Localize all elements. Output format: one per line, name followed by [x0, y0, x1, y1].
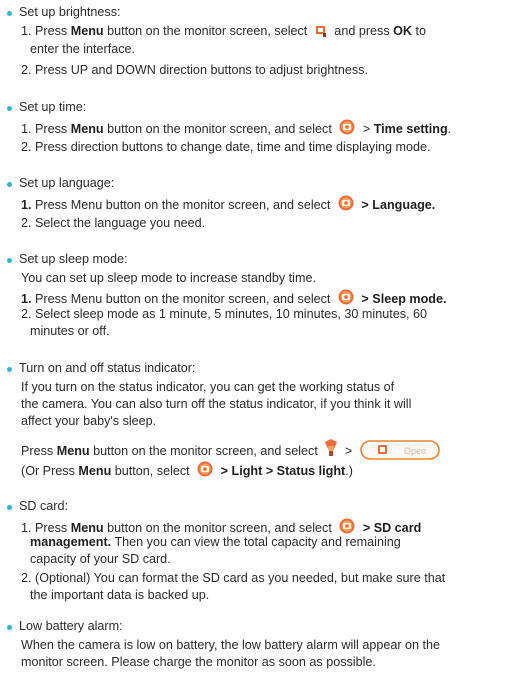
bullet-dot: [7, 11, 12, 16]
bullet-dot: [7, 258, 12, 263]
instruction-line: affect your baby's sleep.: [21, 414, 157, 428]
instruction-line: 2. Press direction buttons to change dat…: [21, 140, 431, 154]
section-heading: SD card:: [19, 499, 68, 513]
settings-gear-icon: [337, 118, 357, 136]
instruction-line: capacity of your SD card.: [30, 552, 171, 566]
instruction-line: 1. Press Menu button on the monitor scre…: [21, 288, 446, 307]
instruction-line: 2. Select sleep mode as 1 minute, 5 minu…: [21, 307, 428, 321]
instruction-line: management. Then you can view the total …: [30, 535, 401, 549]
section-heading: Set up brightness:: [19, 5, 121, 19]
instruction-line: monitor screen. Please charge the monito…: [21, 655, 376, 669]
instruction-line: Press Menu button on the monitor screen,…: [21, 438, 442, 460]
instruction-line: the important data is backed up.: [30, 588, 210, 602]
settings-gear-icon: [337, 517, 357, 535]
light-icon: [323, 438, 339, 458]
instruction-line: the camera. You can also turn off the st…: [21, 397, 412, 411]
section-heading: Set up sleep mode:: [19, 252, 128, 266]
bullet-dot: [7, 625, 12, 630]
instruction-line: 2. Press UP and DOWN direction buttons t…: [21, 63, 368, 77]
settings-gear-icon: [336, 194, 356, 212]
instruction-line: If you turn on the status indicator, you…: [21, 380, 395, 394]
section-heading: Turn on and off status indicator:: [19, 361, 196, 375]
instruction-line: (Or Press Menu button, select > Light > …: [21, 460, 353, 479]
instruction-line: enter the interface.: [30, 42, 136, 56]
instruction-line: When the camera is low on battery, the l…: [21, 638, 441, 652]
bullet-dot: [7, 106, 12, 111]
bullet-dot: [7, 367, 12, 372]
instruction-line: 1. Press Menu button on the monitor scre…: [21, 194, 435, 213]
bullet-dot: [7, 505, 12, 510]
section-heading: Set up time:: [19, 100, 87, 114]
instruction-line: minutes or off.: [30, 324, 110, 338]
status-light-toggle: Open: [359, 440, 442, 460]
brightness-icon: [313, 24, 329, 38]
toggle-label: Open: [404, 446, 426, 456]
instruction-line: 1. Press Menu button on the monitor scre…: [21, 24, 427, 38]
bullet-dot: [7, 182, 12, 187]
settings-gear-icon: [336, 288, 356, 306]
settings-gear-icon: [195, 460, 215, 478]
section-heading: Low battery alarm:: [19, 619, 123, 633]
instruction-line: 2. Select the language you need.: [21, 216, 206, 230]
instruction-line: 2. (Optional) You can format the SD card…: [21, 571, 446, 585]
instruction-line: You can set up sleep mode to increase st…: [21, 271, 316, 285]
section-heading: Set up language:: [19, 176, 115, 190]
instruction-line: 1. Press Menu button on the monitor scre…: [21, 118, 451, 137]
